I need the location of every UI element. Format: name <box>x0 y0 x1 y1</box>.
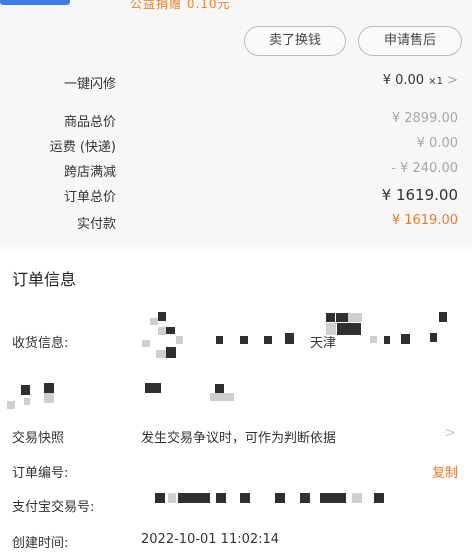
created-time-label: 创建时间: <box>12 536 69 551</box>
redacted-alipay-number <box>155 493 384 503</box>
pixel-block <box>168 493 176 503</box>
pixel-block <box>300 493 310 503</box>
pixel-block <box>275 493 285 503</box>
pixel-block <box>352 493 362 503</box>
pixel-block <box>178 493 210 503</box>
pixel-block <box>216 493 226 503</box>
pixel-block <box>155 493 165 503</box>
pixel-block <box>320 493 346 503</box>
pixel-block <box>240 493 250 503</box>
created-time-value: 2022-10-01 11:02:14 <box>141 532 280 547</box>
pixel-block <box>374 493 384 503</box>
